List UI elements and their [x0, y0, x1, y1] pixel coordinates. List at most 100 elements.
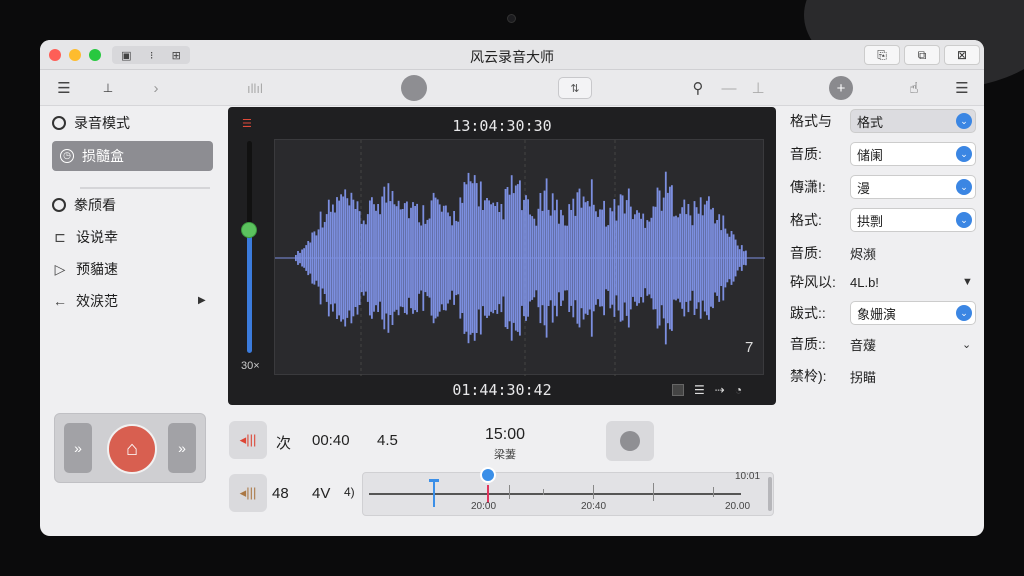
setting-value: 拐瞄 — [850, 369, 877, 385]
record-button[interactable]: ⌂ — [107, 424, 157, 474]
timeline-tick — [543, 489, 544, 495]
setting-label: 傳潇!: — [790, 179, 826, 195]
setting-label: 音质: — [790, 245, 822, 261]
close-window-icon: ⊠ — [956, 48, 968, 62]
setting-label: 砕风以: — [790, 274, 836, 290]
sidebar-item-settings[interactable]: ⊏ 设说幸 — [52, 224, 118, 250]
select-value: 象姗演 — [857, 306, 897, 322]
sidebar-item-label: 设说幸 — [76, 229, 118, 245]
marker-icon[interactable]: ⊥ — [100, 78, 116, 98]
setting-value: 烬濒 — [850, 246, 877, 262]
setting-row-9: 禁柃): 拐瞄 — [790, 364, 976, 388]
timeline-scrubber[interactable]: 20:00 20:40 20.00 10:01 — [362, 467, 774, 516]
chevron-down-icon: ⌄ — [956, 305, 972, 321]
setting4-select[interactable]: 拱剽 ⌄ — [850, 208, 976, 232]
sidebar-item-label: 录音模式 — [74, 115, 130, 131]
anchor-icon[interactable]: ⊥ — [750, 78, 766, 98]
play-icon: ▷ — [54, 260, 66, 277]
title-bar: ▣ ⁝ ⊞ 风云录音大师 ⎘ ⧉ ⊠ — [40, 40, 984, 70]
timeline-label: 20.00 — [725, 501, 751, 512]
swap-button[interactable]: ⇅ — [558, 77, 592, 99]
waveform-graph — [275, 140, 765, 376]
playhead-knob[interactable] — [480, 467, 496, 483]
sidebar-item-selected[interactable]: ◷ 损髓盒 — [52, 141, 213, 171]
timeline-scrollbar[interactable] — [768, 477, 772, 511]
add-button[interactable]: + — [829, 76, 853, 100]
chevron-down-icon[interactable]: ▼ — [962, 276, 973, 288]
copy-button[interactable]: ⎘ — [864, 45, 900, 65]
close-window-button[interactable]: ⊠ — [944, 45, 980, 65]
list-icon[interactable]: ☰ — [54, 78, 74, 98]
timeline-label: 20:40 — [581, 501, 607, 512]
setting-value: 音蕿 — [850, 337, 877, 353]
in-point-marker[interactable] — [433, 481, 435, 507]
square-icon[interactable] — [672, 384, 684, 396]
chevron-down-icon: ⌄ — [956, 212, 972, 228]
corner-number: 7 — [745, 339, 754, 356]
sidebar-item-label: 损髓盒 — [82, 148, 124, 164]
volume-label: 30× — [241, 360, 260, 372]
setting-label: 音质:: — [790, 336, 826, 352]
sidebar-divider — [80, 187, 210, 189]
app-window: ▣ ⁝ ⊞ 风云录音大师 ⎘ ⧉ ⊠ ☰ ⊥ › ıllıl ⇅ ⚲ — ⊥ +… — [40, 40, 984, 536]
setting-row-8[interactable]: 音质:: 音蕿 ⌄ — [790, 332, 976, 356]
sidebar-item-back[interactable]: ← 效涙范 — [52, 288, 118, 314]
folder-icon: ⊏ — [54, 228, 66, 245]
setting-row-quality: 音质: 储阑 ⌄ — [790, 142, 976, 166]
record-panel: » ⌂ » — [54, 413, 206, 483]
forward-icon[interactable]: › — [148, 78, 164, 98]
chevron-down-icon: ⌄ — [956, 146, 972, 162]
forward-button[interactable]: » — [168, 423, 196, 473]
setting-label: 音质: — [790, 146, 822, 162]
waveform-tools: ☰ ⇢ ◔ — [672, 383, 742, 397]
radio-icon[interactable] — [52, 198, 66, 212]
sidebar-item-label: 豢颀看 — [74, 197, 116, 213]
hand-icon[interactable]: ☝ — [906, 78, 922, 98]
home-icon: ⌂ — [125, 437, 139, 460]
radio-icon[interactable] — [52, 116, 66, 130]
timeline-label-top: 10:01 — [735, 471, 761, 482]
list-icon[interactable]: ☰ — [694, 383, 705, 397]
sidebar-item-record-mode[interactable]: 录音模式 — [52, 110, 130, 136]
arrows-icon[interactable]: ⇢ — [715, 383, 725, 397]
sidebar-item-label: 效涙范 — [76, 293, 118, 309]
volume-knob[interactable] — [241, 222, 257, 238]
marker-button[interactable]: ◂||| — [229, 421, 267, 459]
stop-button[interactable] — [606, 421, 654, 461]
timeline-tick — [653, 483, 654, 501]
timer-icon[interactable]: ◔ — [735, 383, 742, 397]
chevron-right-icon[interactable]: ▶ — [198, 295, 206, 306]
forward-skip-icon: » — [178, 440, 186, 456]
rewind-button[interactable]: » — [64, 423, 92, 473]
chevron-down-icon[interactable]: ⌄ — [962, 338, 971, 351]
camera-icon — [507, 14, 516, 23]
volume-fill — [247, 231, 252, 353]
back-arrow-icon: ← — [53, 293, 67, 309]
setting7-select[interactable]: 象姗演 ⌄ — [850, 301, 976, 325]
window-button[interactable]: ⧉ — [904, 45, 940, 65]
menu-icon[interactable]: ☰ — [952, 78, 972, 98]
waveform-display[interactable] — [274, 139, 765, 376]
sidebar-item-preview[interactable]: ▷ 预貓速 — [52, 256, 118, 282]
select-value: 储阑 — [857, 147, 884, 163]
clock-icon: ◷ — [60, 149, 74, 163]
setting-row-4: 格式: 拱剽 ⌄ — [790, 208, 976, 232]
stop-icon — [620, 431, 640, 451]
marker-red-icon: ◂||| — [239, 432, 257, 447]
window-icon: ⧉ — [917, 47, 927, 62]
waveform-panel: ☰ 13:04:30:30 30× 7 01:44:30:42 ☰ ⇢ ◔ — [228, 107, 776, 405]
transport-time: 00:40 — [312, 432, 350, 449]
levels-icon: ıllıl — [247, 80, 263, 96]
rewind-icon: » — [74, 440, 82, 456]
setting3-select[interactable]: 漫 ⌄ — [850, 175, 976, 199]
divider-icon: — — [721, 79, 737, 97]
timeline-tick — [593, 485, 594, 499]
sidebar-item-radio2[interactable]: 豢颀看 — [52, 192, 116, 218]
format-select[interactable]: 格式 ⌄ — [850, 109, 976, 133]
timeline-tick — [713, 487, 714, 497]
marker2-button[interactable]: ◂||| — [229, 474, 267, 512]
search-icon[interactable]: ⚲ — [690, 78, 706, 98]
setting-row-6[interactable]: 砕风以: 4L.b! ▼ — [790, 270, 976, 294]
record-toolbar-button[interactable] — [401, 75, 427, 101]
quality-select[interactable]: 储阑 ⌄ — [850, 142, 976, 166]
